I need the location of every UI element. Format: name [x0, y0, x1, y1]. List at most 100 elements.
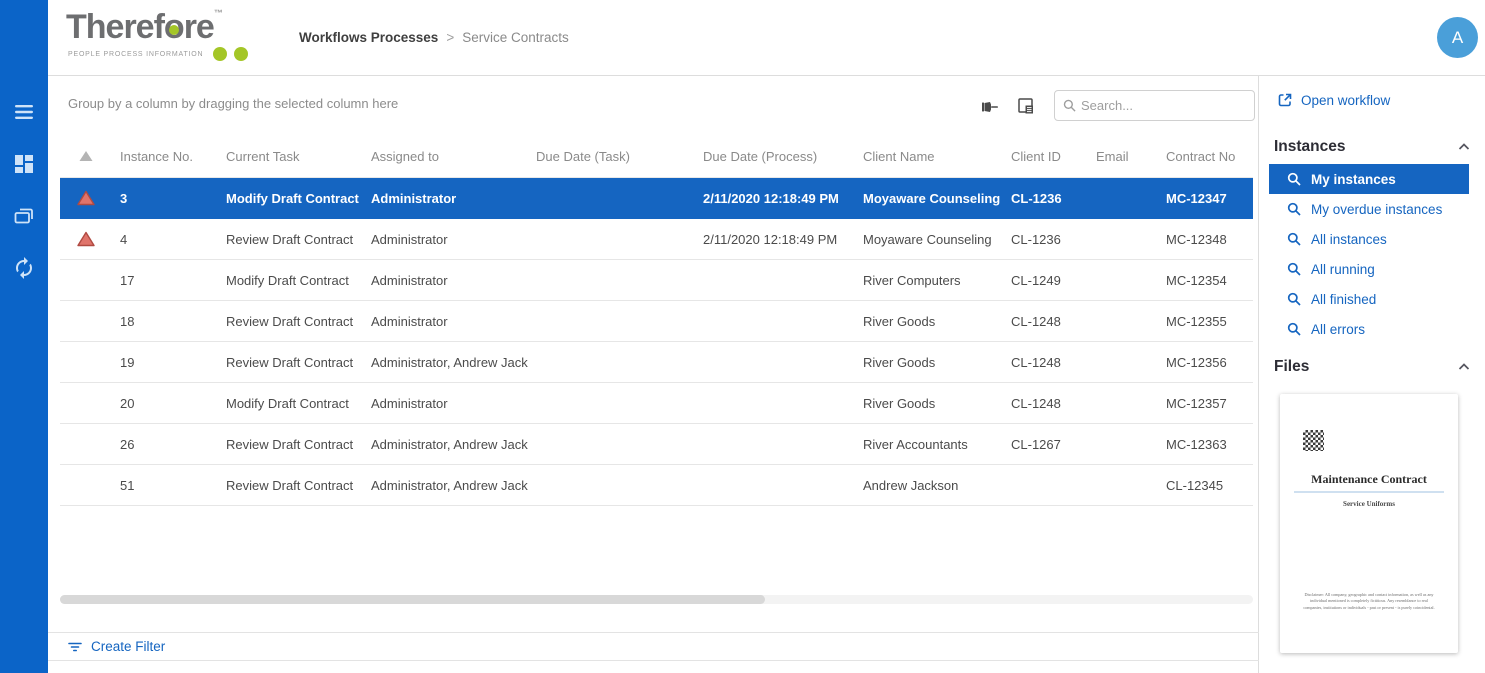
table-row-instance-26[interactable]: 26Review Draft ContractAdministrator, An… — [60, 424, 1253, 465]
menu-icon[interactable] — [12, 100, 36, 124]
warning-triangle-icon — [77, 190, 95, 206]
cell-client_name: Moyaware Counseling — [855, 191, 1003, 206]
instances-section-header: Instances — [1274, 138, 1471, 156]
instances-item-label: All running — [1311, 262, 1375, 277]
instances-item-all-instances[interactable]: All instances — [1269, 224, 1469, 254]
therefore-logo[interactable]: Therefore™ PEOPLE PROCESS INFORMATION — [66, 9, 248, 61]
cell-instance_no: 3 — [112, 191, 218, 206]
filter-bar: Create Filter — [48, 632, 1259, 661]
user-avatar[interactable]: A — [1437, 17, 1478, 58]
instances-item-all-errors[interactable]: All errors — [1269, 314, 1469, 344]
cell-contract_no: CL-12345 — [1158, 478, 1250, 493]
pin-icon[interactable] — [980, 97, 1000, 117]
column-header-contract_no[interactable]: Contract No — [1158, 149, 1250, 164]
cell-current_task: Modify Draft Contract — [218, 396, 363, 411]
breadcrumb-workflows-processes[interactable]: Workflows Processes — [299, 30, 438, 45]
brand-tagline: PEOPLE PROCESS INFORMATION — [68, 51, 203, 58]
horizontal-scrollbar[interactable] — [60, 595, 1253, 604]
table-row-instance-18[interactable]: 18Review Draft ContractAdministratorRive… — [60, 301, 1253, 342]
open-workflow-link[interactable]: Open workflow — [1277, 92, 1390, 108]
files-section-header: Files — [1274, 358, 1471, 376]
open-workflow-label: Open workflow — [1301, 93, 1390, 108]
column-header-email[interactable]: Email — [1088, 149, 1158, 164]
column-header-assigned_to[interactable]: Assigned to — [363, 149, 528, 164]
search-icon — [1287, 232, 1301, 246]
scrollbar-thumb[interactable] — [60, 595, 765, 604]
chevron-up-icon[interactable] — [1457, 360, 1471, 374]
instances-section-title: Instances — [1274, 138, 1346, 156]
trademark-symbol: ™ — [214, 8, 222, 18]
search-input[interactable] — [1081, 98, 1246, 113]
column-header-instance_no[interactable]: Instance No. — [112, 149, 218, 164]
cell-assigned_to: Administrator, Andrew Jackson — [363, 478, 528, 493]
cell-assigned_to: Administrator — [363, 191, 528, 206]
search-box — [1054, 90, 1255, 121]
preview-pane-icon[interactable] — [1016, 96, 1036, 116]
cell-current_task: Review Draft Contract — [218, 478, 363, 493]
cell-current_task: Modify Draft Contract — [218, 273, 363, 288]
cell-client_id: CL-1248 — [1003, 355, 1088, 370]
cell-contract_no: MC-12355 — [1158, 314, 1250, 329]
chevron-up-icon[interactable] — [1457, 140, 1471, 154]
table-body: 3Modify Draft ContractAdministrator2/11/… — [60, 178, 1253, 506]
table-row-instance-51[interactable]: 51Review Draft ContractAdministrator, An… — [60, 465, 1253, 506]
table-row-instance-20[interactable]: 20Modify Draft ContractAdministratorRive… — [60, 383, 1253, 424]
cell-client_name: River Goods — [855, 396, 1003, 411]
create-filter-label: Create Filter — [91, 639, 165, 654]
breadcrumb-separator: > — [446, 30, 454, 45]
cell-client_id: CL-1249 — [1003, 273, 1088, 288]
app-root: Therefore™ PEOPLE PROCESS INFORMATION Wo… — [0, 0, 1485, 673]
cell-contract_no: MC-12356 — [1158, 355, 1250, 370]
create-filter-button[interactable]: Create Filter — [68, 639, 165, 654]
cell-instance_no: 51 — [112, 478, 218, 493]
instances-item-label: All errors — [1311, 322, 1365, 337]
cell-warning — [60, 231, 112, 247]
cell-current_task: Review Draft Contract — [218, 437, 363, 452]
instances-list: My instancesMy overdue instancesAll inst… — [1269, 164, 1469, 344]
cell-client_id: CL-1236 — [1003, 232, 1088, 247]
instances-item-my-instances[interactable]: My instances — [1269, 164, 1469, 194]
instances-item-my-overdue-instances[interactable]: My overdue instances — [1269, 194, 1469, 224]
cell-current_task: Review Draft Contract — [218, 232, 363, 247]
documents-icon[interactable] — [12, 204, 36, 228]
sync-icon[interactable] — [12, 256, 36, 280]
brand-dots — [213, 47, 248, 61]
document-subtitle: Service Uniforms — [1294, 500, 1444, 508]
cell-current_task: Modify Draft Contract — [218, 191, 363, 206]
column-header-warning[interactable] — [60, 148, 112, 164]
search-icon — [1287, 292, 1301, 306]
column-header-client_name[interactable]: Client Name — [855, 149, 1003, 164]
cell-client_name: River Goods — [855, 314, 1003, 329]
instances-item-all-running[interactable]: All running — [1269, 254, 1469, 284]
table-row-instance-3[interactable]: 3Modify Draft ContractAdministrator2/11/… — [60, 178, 1253, 219]
cell-warning — [60, 190, 112, 206]
search-icon — [1287, 172, 1301, 186]
column-header-due_date_task[interactable]: Due Date (Task) — [528, 149, 695, 164]
file-preview-thumbnail[interactable]: Maintenance Contract Service Uniforms Di… — [1280, 394, 1458, 653]
instances-item-all-finished[interactable]: All finished — [1269, 284, 1469, 314]
column-header-client_id[interactable]: Client ID — [1003, 149, 1088, 164]
group-by-drop-zone[interactable]: Group by a column by dragging the select… — [68, 96, 398, 111]
table-header-row: Instance No.Current TaskAssigned toDue D… — [60, 135, 1253, 178]
cell-client_id: CL-1248 — [1003, 396, 1088, 411]
cell-current_task: Review Draft Contract — [218, 314, 363, 329]
open-external-icon — [1277, 92, 1293, 108]
filter-icon — [68, 640, 82, 654]
instances-grid-area: Group by a column by dragging the select… — [48, 76, 1259, 673]
workflow-side-panel: Open workflow Instances My instancesMy o… — [1259, 76, 1485, 673]
qr-code — [1303, 430, 1324, 451]
cell-contract_no: MC-12354 — [1158, 273, 1250, 288]
search-icon — [1287, 262, 1301, 276]
document-disclaimer: Disclaimer: All company, geographic and … — [1302, 592, 1436, 611]
cell-contract_no: MC-12357 — [1158, 396, 1250, 411]
table-row-instance-4[interactable]: 4Review Draft ContractAdministrator2/11/… — [60, 219, 1253, 260]
cell-client_name: Andrew Jackson — [855, 478, 1003, 493]
column-header-current_task[interactable]: Current Task — [218, 149, 363, 164]
dashboard-icon[interactable] — [12, 152, 36, 176]
cell-instance_no: 17 — [112, 273, 218, 288]
table-row-instance-17[interactable]: 17Modify Draft ContractAdministratorRive… — [60, 260, 1253, 301]
cell-contract_no: MC-12363 — [1158, 437, 1250, 452]
table-row-instance-19[interactable]: 19Review Draft ContractAdministrator, An… — [60, 342, 1253, 383]
column-header-due_date_process[interactable]: Due Date (Process) — [695, 149, 855, 164]
cell-client_id: CL-1267 — [1003, 437, 1088, 452]
